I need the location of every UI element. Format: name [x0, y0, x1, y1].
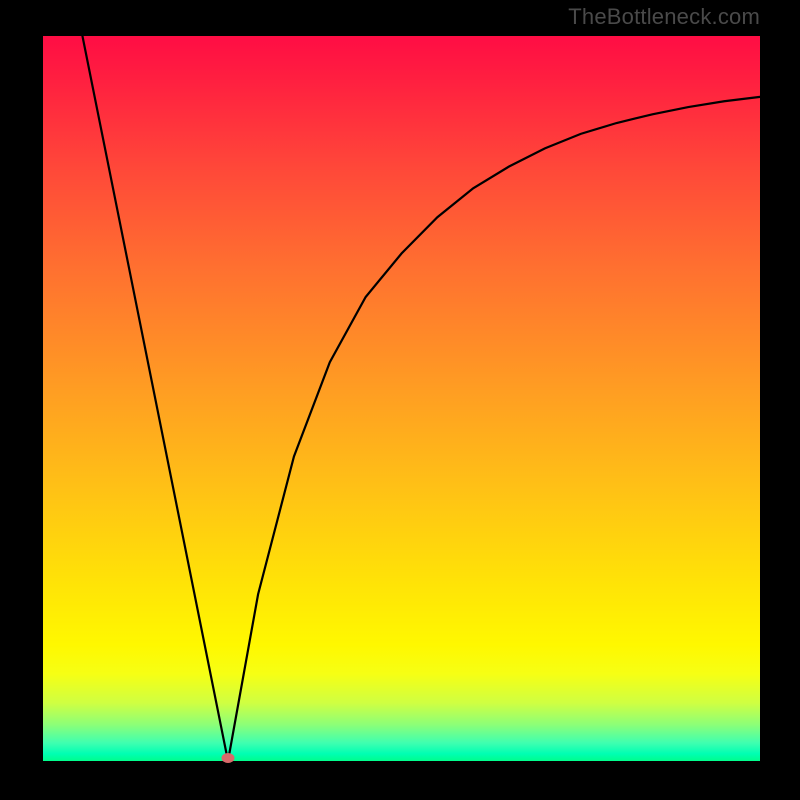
- vertex-marker: [221, 753, 234, 763]
- bottleneck-curve: [43, 36, 760, 761]
- plot-area: [43, 36, 760, 761]
- curve-right-branch: [228, 97, 760, 761]
- chart-frame: TheBottleneck.com: [0, 0, 800, 800]
- watermark-text: TheBottleneck.com: [568, 4, 760, 30]
- curve-left-branch: [82, 36, 228, 761]
